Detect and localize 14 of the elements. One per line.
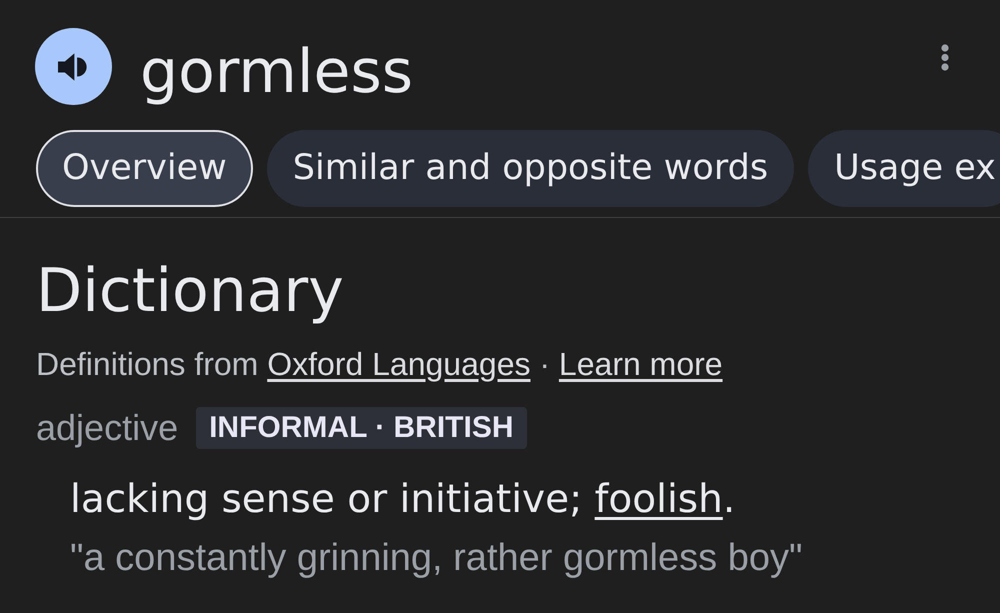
tab[interactable]: Overview	[36, 130, 253, 207]
source-attribution: Definitions from Oxford Languages · Learn more	[36, 345, 724, 384]
definition-text: lacking sense or initiative; foolish.	[70, 477, 736, 524]
synonym-link[interactable]: foolish	[594, 477, 723, 522]
example-sentence: "a constantly grinning, rather gormless boy"	[70, 536, 804, 582]
speaker-icon	[58, 52, 88, 82]
tab[interactable]: Usage ex	[808, 130, 1000, 207]
tab[interactable]: Similar and opposite words	[266, 130, 794, 207]
learn-more-link[interactable]: Learn more	[558, 346, 723, 382]
section-heading: Dictionary	[36, 255, 345, 327]
more-menu-icon[interactable]	[941, 44, 949, 71]
part-of-speech: adjective	[36, 407, 178, 450]
register-tag: INFORMAL · BRITISH	[196, 407, 527, 450]
source-link[interactable]: Oxford Languages	[267, 346, 530, 382]
